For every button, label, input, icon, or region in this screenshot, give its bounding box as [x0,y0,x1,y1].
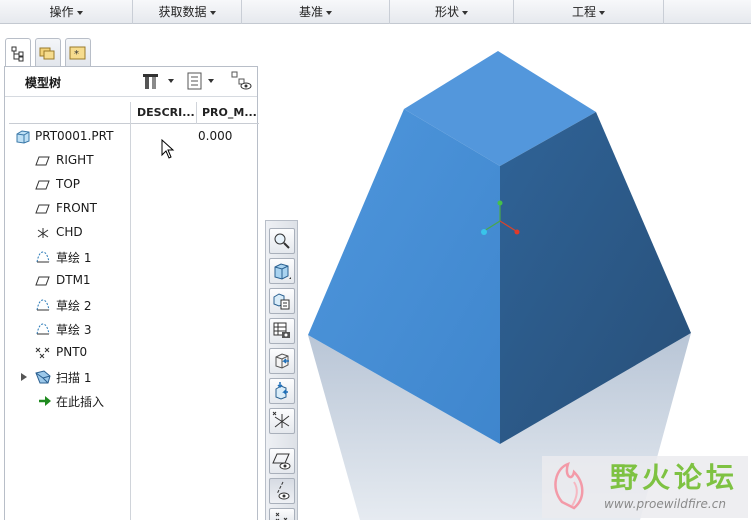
chevron-down-icon [326,10,332,15]
shaded-view-icon [274,263,291,280]
datum-plane-icon [35,204,50,214]
coordinate-system-display-button[interactable] [269,408,295,434]
tree-item-label: DTM1 [56,273,91,287]
part-icon [16,130,30,144]
tree-item-label: 在此插入 [56,395,105,409]
column-header-pro-m[interactable]: PRO_M... [202,102,257,124]
tree-item-label: RIGHT [56,153,94,167]
column-divider[interactable] [196,102,197,124]
tree-item-label: PRT0001.PRT [35,129,114,143]
tab-folder-browser[interactable] [35,38,61,66]
mouse-cursor-icon [161,139,175,159]
tree-filter-icon[interactable] [231,71,253,93]
tree-item-front[interactable]: FRONT [5,198,255,220]
tree-item-label: 草绘 1 [56,251,92,265]
insert-here-arrow-icon [39,396,51,406]
tree-column-header: DESCRI... PRO_M... [9,102,259,124]
chevron-down-icon [599,10,605,15]
tree-root-row[interactable]: PRT0001.PRT 0.000 [5,126,255,148]
menu-engineering[interactable]: 工程 [514,0,664,24]
model-tree-panel: 模型树 DESCRI... PRO_M... PRT0001.PRT 0.000… [4,66,259,520]
settings-tools-icon[interactable] [142,72,164,92]
tree-item-label: 草绘 3 [56,323,92,337]
datum-plane-icon [35,180,50,190]
tree-item-label: PNT0 [56,345,88,359]
tree-item-insert-here[interactable]: 在此插入 [5,390,255,412]
datum-plane-icon [35,276,50,286]
point-display-button[interactable] [269,508,295,520]
chevron-down-icon[interactable] [208,79,214,83]
sketch-icon [36,251,50,263]
column-header-description[interactable]: DESCRI... [137,102,195,124]
saved-views-button[interactable] [269,288,295,314]
part-model-render[interactable] [300,25,751,520]
datum-plane-icon [35,156,50,166]
chevron-down-icon[interactable] [168,79,174,83]
graphics-viewport[interactable] [300,25,751,520]
svg-text:*: * [74,49,79,60]
axis-display-icon [276,481,290,500]
reorient-icon [275,353,289,369]
coordinate-system-display-icon [272,411,290,428]
pro-m-value: 0.000 [198,129,233,143]
tree-item-dtm1[interactable]: DTM1 [5,270,255,292]
chevron-down-icon [209,10,216,15]
sketch-icon [36,323,50,335]
chevron-down-icon [462,10,468,15]
axis-display-button[interactable] [269,478,295,504]
tree-item-label: TOP [56,177,81,191]
watermark-url: www.proewildfire.cn [604,497,726,511]
tree-item-top[interactable]: TOP [5,174,255,196]
tree-item-sketch-2[interactable]: 草绘 2 [5,294,255,316]
tree-item-sketch-1[interactable]: 草绘 1 [5,246,255,268]
tree-item-chd[interactable]: CHD [5,222,255,244]
tree-item-label: CHD [56,225,83,239]
datum-point-icon [35,347,50,359]
watermark-text: 野火论坛 [610,461,739,494]
view-toolbar [265,220,298,520]
model-tree-icon [11,46,24,62]
spin-center-icon [275,382,288,400]
menu-bar: 操作 获取数据 基准 形状 工程 [0,0,751,24]
menu-datum[interactable]: 基准 [242,0,390,24]
chevron-down-icon [76,10,83,15]
favorites-icon: * [69,46,86,60]
tree-item-sweep-1[interactable]: 扫描 1 [5,366,255,388]
saved-views-icon [273,293,290,310]
tree-item-label: 扫描 1 [56,371,92,385]
tree-item-sketch-3[interactable]: 草绘 3 [5,318,255,340]
menu-shapes[interactable]: 形状 [390,0,514,24]
tab-model-tree[interactable] [5,38,31,68]
tree-item-right[interactable]: RIGHT [5,150,255,172]
spin-center-button[interactable] [269,378,295,404]
view-manager-icon [273,322,290,338]
reorient-button[interactable] [269,348,295,374]
point-display-icon [275,512,288,520]
sketch-icon [36,299,50,311]
shaded-view-button[interactable] [269,258,295,284]
expand-arrow-icon[interactable] [21,373,27,381]
show-list-icon[interactable] [185,72,205,92]
view-manager-button[interactable] [269,318,295,344]
model-tree-title: 模型树 [25,76,62,90]
tab-favorites[interactable]: * [65,38,91,66]
sweep-icon [35,370,51,384]
plane-display-button[interactable] [269,448,295,474]
zoom-window-button[interactable] [269,228,295,254]
menu-operations[interactable]: 操作 [0,0,133,24]
menu-get-data[interactable]: 获取数据 [133,0,242,24]
tree-item-label: 草绘 2 [56,299,92,313]
forum-logo-icon [554,462,584,510]
tree-item-label: FRONT [56,201,97,215]
tree-item-pnt0[interactable]: PNT0 [5,342,255,364]
zoom-window-icon [274,233,290,249]
plane-display-icon [272,453,291,470]
model-tree-header: 模型树 [5,67,257,97]
folder-browser-icon [39,47,55,60]
coordinate-system-icon [37,228,49,238]
